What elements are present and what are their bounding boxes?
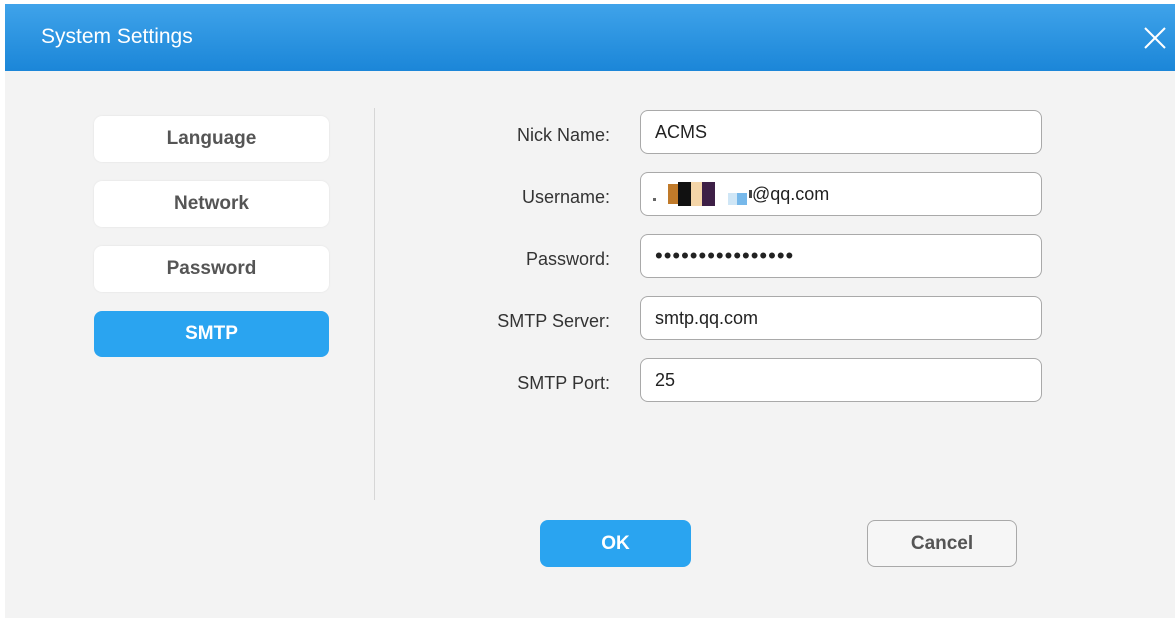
smtp-server-value: smtp.qq.com <box>655 307 759 328</box>
sidebar-item-password[interactable]: Password <box>94 246 329 292</box>
system-settings-dialog: System Settings Language Network Passwor… <box>5 4 1175 618</box>
nick-name-value: ACMS <box>655 121 708 142</box>
sidebar-item-network[interactable]: Network <box>94 181 329 227</box>
smtp-port-label: SMTP Port: <box>517 373 610 393</box>
ok-button[interactable]: OK <box>540 520 691 567</box>
password-field[interactable]: •••••••••••••••• <box>640 234 1042 278</box>
password-label: Password: <box>525 249 610 269</box>
username-redacted-block <box>653 182 752 206</box>
close-icon <box>1144 27 1166 49</box>
password-value: •••••••••••••••• <box>655 243 795 268</box>
username-label: Username: <box>521 187 610 207</box>
smtp-server-label: SMTP Server: <box>497 311 610 331</box>
username-value-suffix: @qq.com <box>752 183 830 204</box>
smtp-server-field[interactable]: smtp.qq.com <box>640 296 1042 340</box>
username-field[interactable]: @qq.com <box>640 172 1042 216</box>
smtp-port-value: 25 <box>655 369 676 390</box>
nick-name-label: Nick Name: <box>516 125 610 145</box>
vertical-divider <box>374 108 375 500</box>
smtp-port-field[interactable]: 25 <box>640 358 1042 402</box>
cancel-button[interactable]: Cancel <box>867 520 1017 567</box>
nick-name-field[interactable]: ACMS <box>640 110 1042 154</box>
sidebar-item-language[interactable]: Language <box>94 116 329 162</box>
dialog-title: System Settings <box>41 25 193 48</box>
title-bar: System Settings <box>5 4 1175 71</box>
sidebar-item-smtp[interactable]: SMTP <box>94 311 329 357</box>
close-button[interactable] <box>1137 20 1173 56</box>
